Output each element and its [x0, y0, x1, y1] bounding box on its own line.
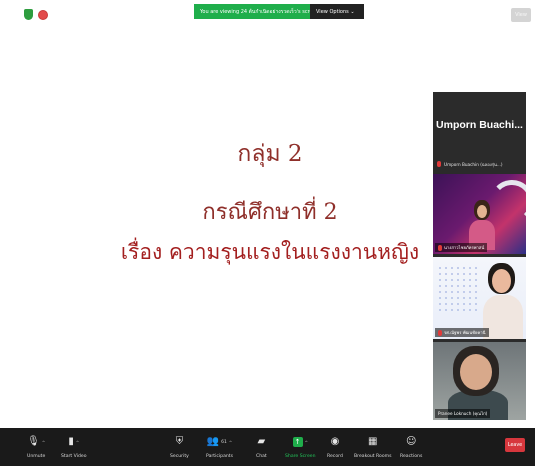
- leave-button[interactable]: Leave: [505, 438, 525, 452]
- participant-video-tile[interactable]: Pranee Loknuch (คุณไก่): [433, 342, 526, 420]
- mic-muted-icon: [438, 329, 442, 336]
- background-graphic: [490, 180, 526, 224]
- participant-name: รศ.ณัฐพร พัฒนชัยคานี: [444, 330, 486, 335]
- breakout-rooms-button[interactable]: ▦ Breakout Rooms: [354, 428, 392, 466]
- participants-count: 61: [221, 439, 227, 445]
- view-button[interactable]: View: [511, 8, 531, 22]
- breakout-rooms-label: Breakout Rooms: [354, 454, 392, 459]
- meeting-toolbar: 🎙 ^ Unmute ▮ ^ Start Video ⛨ Security 👥 61 ^…: [0, 428, 535, 466]
- people-icon: 👥: [206, 436, 220, 447]
- active-speaker-row: Umporn Buachin (ฉลองรุ่น...): [433, 158, 526, 170]
- mic-muted-icon: 🎙: [27, 436, 40, 447]
- chat-label: Chat: [256, 454, 267, 459]
- shield-icon: ⛨: [175, 436, 184, 447]
- slide-case-study: กรณีศึกษาที่ 2: [202, 200, 338, 225]
- record-dot-icon: ◉: [330, 436, 340, 447]
- participant-name-label: รศ.ณัฐพร พัฒนชัยคานี: [435, 328, 489, 337]
- reactions-label: Reactions: [400, 454, 423, 459]
- participant-face: [492, 269, 511, 293]
- viewing-screen-text: You are viewing 24 ต้นกำเนิดอย่างรวดเร็ว…: [194, 4, 310, 19]
- slide-title-group: กลุ่ม 2: [237, 141, 303, 167]
- share-screen-label: Share Screen: [285, 454, 316, 459]
- unmute-button[interactable]: 🎙 ^ Unmute: [27, 428, 45, 466]
- record-label: Record: [327, 454, 343, 459]
- start-video-label: Start Video: [61, 454, 87, 459]
- participant-name-label: นางสาวไชยภัทรพาสน์: [435, 243, 488, 252]
- participant-body: [483, 295, 523, 339]
- video-off-icon: ▮: [68, 436, 74, 447]
- reactions-button[interactable]: ☺ Reactions: [400, 428, 422, 466]
- unmute-label: Unmute: [27, 454, 46, 459]
- participants-button[interactable]: 👥 61 ^ Participants: [206, 428, 233, 466]
- chevron-up-icon[interactable]: ^: [229, 440, 232, 445]
- recording-indicator-icon: [38, 9, 48, 20]
- participant-name: Pranee Loknuch (คุณไก่): [438, 411, 488, 416]
- participant-face: [477, 205, 487, 218]
- share-arrow-icon: ↑: [292, 437, 303, 447]
- grid-icon: ▦: [368, 436, 378, 447]
- mic-muted-icon: [438, 244, 442, 251]
- share-screen-button[interactable]: ↑ ^ Share Screen: [285, 428, 316, 466]
- meeting-status: [24, 9, 48, 20]
- chat-button[interactable]: ▰ Chat: [256, 428, 267, 466]
- active-speaker-name: Umporn Buachi...: [436, 119, 523, 131]
- participant-video-panel: Umporn Buachi... Umporn Buachin (ฉลองรุ่…: [433, 92, 526, 420]
- start-video-button[interactable]: ▮ ^ Start Video: [61, 428, 87, 466]
- encryption-shield-icon[interactable]: [24, 9, 33, 20]
- participant-name-label: Pranee Loknuch (คุณไก่): [435, 409, 491, 418]
- view-options-button[interactable]: View Options ⌄: [310, 4, 364, 19]
- screen-share-banner: You are viewing 24 ต้นกำเนิดอย่างรวดเร็ว…: [194, 4, 364, 19]
- chat-bubble-icon: ▰: [257, 436, 266, 447]
- participant-name: นางสาวไชยภัทรพาสน์: [444, 245, 485, 250]
- security-label: Security: [170, 454, 189, 459]
- security-button[interactable]: ⛨ Security: [170, 428, 189, 466]
- participants-label: Participants: [206, 454, 233, 459]
- mic-muted-icon: [437, 161, 441, 167]
- smiley-plus-icon: ☺: [405, 436, 417, 447]
- chevron-up-icon[interactable]: ^: [76, 440, 79, 445]
- chevron-up-icon[interactable]: ^: [305, 440, 308, 445]
- participant-face: [460, 354, 492, 390]
- record-button[interactable]: ◉ Record: [327, 428, 343, 466]
- participant-video-tile[interactable]: รศ.ณัฐพร พัฒนชัยคานี: [433, 257, 526, 339]
- slide-topic: เรื่อง ความรุนแรงในแรงงานหญิง: [120, 240, 420, 264]
- background-network-graphic: [437, 265, 477, 315]
- active-speaker-label: Umporn Buachin (ฉลองรุ่น...): [444, 161, 503, 167]
- participant-video-tile[interactable]: นางสาวไชยภัทรพาสน์: [433, 174, 526, 254]
- chevron-up-icon[interactable]: ^: [42, 440, 45, 445]
